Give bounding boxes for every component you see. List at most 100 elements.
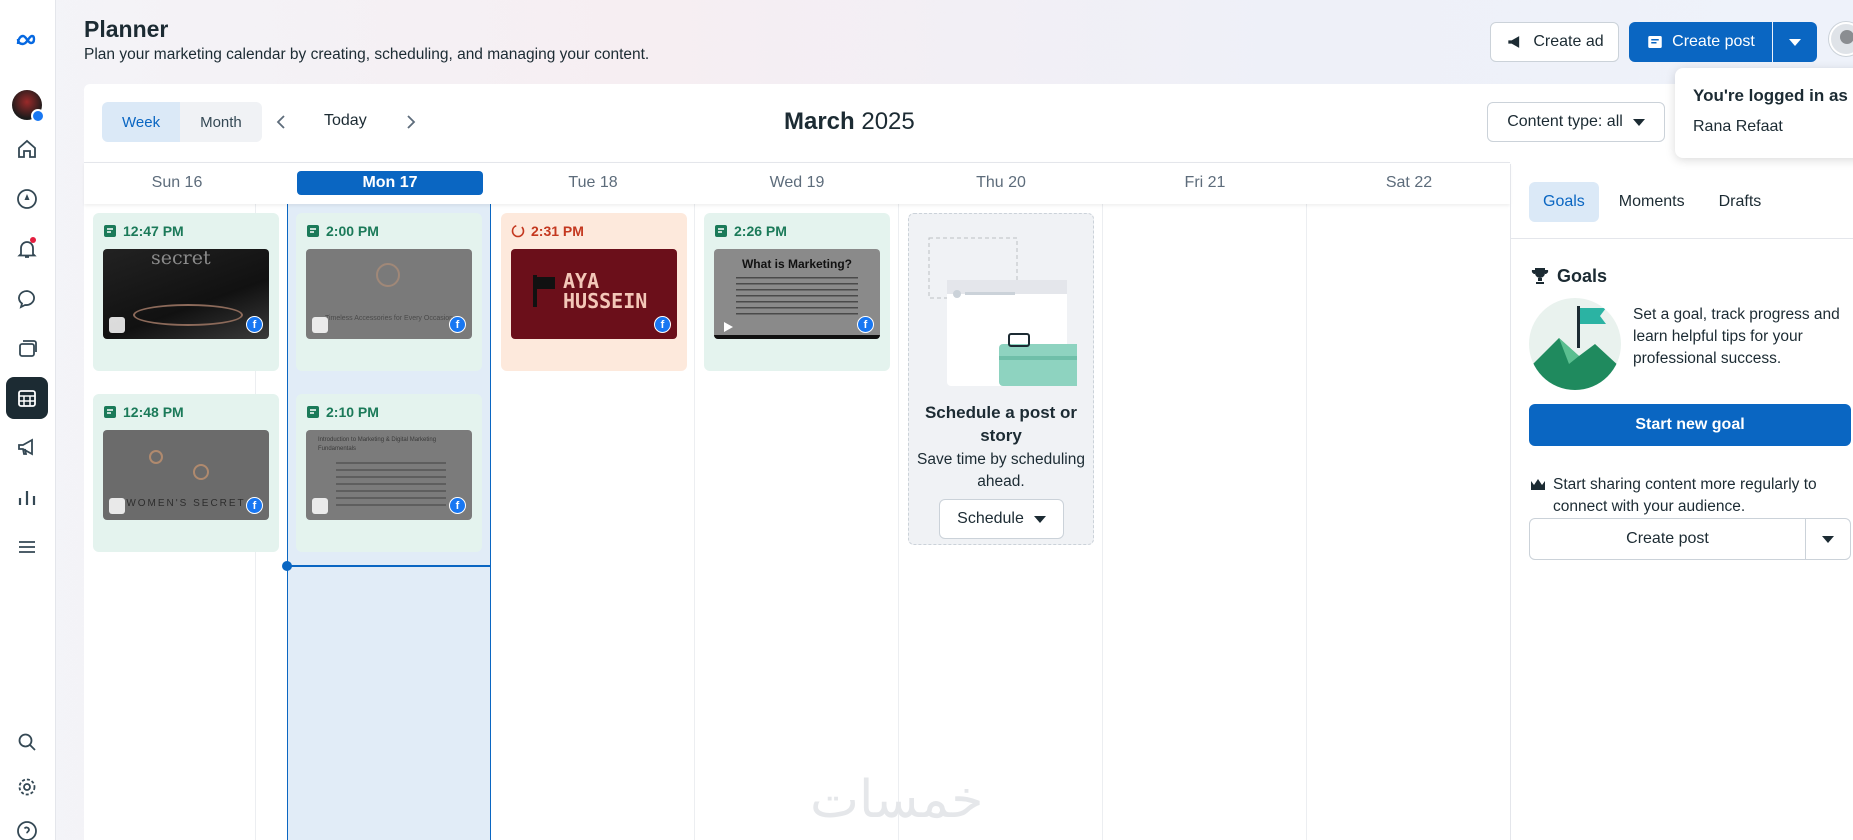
schedule-label: Schedule <box>957 510 1024 527</box>
notification-dot <box>30 237 36 243</box>
create-ad-label: Create ad <box>1533 33 1604 50</box>
facebook-icon: f <box>246 497 263 514</box>
schedule-illustration <box>928 237 1077 386</box>
chevron-down-icon <box>1033 515 1046 523</box>
calendar-panel: Week Month Today March 2025 Content type… <box>84 84 1853 840</box>
play-icon <box>724 322 733 332</box>
tooltip-username: Rana Refaat <box>1693 118 1783 135</box>
post-time: 2:31 PM <box>511 223 584 239</box>
photo-type-icon <box>109 317 125 333</box>
search-icon[interactable] <box>6 721 48 763</box>
photo-type-icon <box>312 317 328 333</box>
thumbnail-text: Introduction to Marketing & Digital Mark… <box>318 437 437 452</box>
side-create-post-button[interactable]: Create post <box>1530 519 1806 559</box>
post-time: 2:10 PM <box>306 404 379 420</box>
post-thumbnail: What is Marketing? f <box>714 249 880 339</box>
goals-heading-text: Goals <box>1557 265 1608 286</box>
notifications-bell-icon[interactable] <box>6 228 48 270</box>
day-sat: Sat 22 <box>1385 174 1433 191</box>
schedule-button[interactable]: Schedule <box>939 499 1064 539</box>
create-post-label: Create post <box>1672 33 1755 50</box>
divider <box>1511 238 1853 239</box>
thumbnail-text: AYA HUSSEIN <box>563 269 648 313</box>
scheduled-post-card[interactable]: 12:48 PM WOMEN'S SECRET f <box>93 394 279 552</box>
messages-icon[interactable] <box>6 278 48 320</box>
post-time-label: 2:31 PM <box>531 223 584 239</box>
post-time: 2:26 PM <box>714 223 787 239</box>
ads-megaphone-icon[interactable] <box>6 426 48 468</box>
post-type-icon <box>715 225 727 237</box>
content-type-label: Content type: all <box>1507 113 1623 130</box>
post-thumbnail: WOMEN'S SECRET f <box>103 430 269 520</box>
settings-gear-icon[interactable] <box>6 766 48 808</box>
empty-slot-subtitle: Save time by scheduling ahead. <box>916 451 1085 490</box>
previous-week-chevron-icon[interactable] <box>274 114 290 130</box>
home-icon[interactable] <box>6 128 48 170</box>
goals-heading: Goals <box>1529 265 1607 287</box>
facebook-icon: f <box>449 316 466 333</box>
post-type-icon <box>307 225 319 237</box>
year: 2025 <box>861 108 915 135</box>
column-divider <box>1306 204 1307 840</box>
account-tooltip: You're logged in as Rana Refaat <box>1675 68 1853 158</box>
compass-icon[interactable] <box>6 178 48 220</box>
facebook-icon: f <box>857 316 874 333</box>
tab-moments[interactable]: Moments <box>1605 182 1699 222</box>
page-subtitle: Plan your marketing calendar by creating… <box>84 46 650 63</box>
page-title: Planner <box>84 16 169 42</box>
chevron-down-icon <box>1632 118 1645 126</box>
tab-goals[interactable]: Goals <box>1529 182 1599 222</box>
current-month-title: March 2025 <box>784 108 915 136</box>
photo-type-icon <box>109 498 125 514</box>
side-create-post-dropdown[interactable] <box>1806 519 1850 559</box>
meta-logo-icon[interactable] <box>6 20 48 62</box>
thumbnail-text: What is Marketing? <box>741 257 852 271</box>
chevron-down-icon <box>1789 38 1801 46</box>
megaphone-icon <box>1508 36 1520 48</box>
scheduled-post-card[interactable]: 2:26 PM What is Marketing? f <box>704 213 890 371</box>
failed-post-card[interactable]: 2:31 PM AYA HUSSEIN f <box>501 213 687 371</box>
post-type-icon <box>104 406 116 418</box>
start-new-goal-button[interactable]: Start new goal <box>1529 404 1851 446</box>
create-post-dropdown-button[interactable] <box>1773 22 1817 62</box>
today-button[interactable]: Today <box>324 112 367 130</box>
scheduled-post-card[interactable]: 12:47 PM secret f <box>93 213 279 371</box>
day-mon-today: Mon 17 <box>297 171 483 195</box>
post-time: 12:47 PM <box>103 223 184 239</box>
side-panel: Goals Moments Drafts Goals Set a goal, t… <box>1510 164 1853 840</box>
scheduled-post-card[interactable]: 2:00 PM Timeless Accessories for Every O… <box>296 213 482 371</box>
help-icon[interactable] <box>6 810 48 840</box>
create-ad-button[interactable]: Create ad <box>1490 22 1619 62</box>
page-avatar[interactable] <box>6 84 48 126</box>
video-progress-bar <box>714 335 880 339</box>
ring-graphic <box>149 450 163 464</box>
side-create-post-split-button: Create post <box>1529 518 1851 560</box>
post-thumbnail: AYA HUSSEIN f <box>511 249 677 339</box>
content-library-icon[interactable] <box>6 328 48 370</box>
month-name: March <box>784 108 855 135</box>
month-view-button[interactable]: Month <box>180 102 262 142</box>
crown-icon <box>1531 479 1545 490</box>
scheduled-post-card[interactable]: 2:10 PM Introduction to Marketing & Digi… <box>296 394 482 552</box>
planner-calendar-icon[interactable] <box>6 377 48 419</box>
menu-hamburger-icon[interactable] <box>6 526 48 568</box>
user-avatar[interactable] <box>1829 22 1853 56</box>
facebook-icon: f <box>449 497 466 514</box>
week-view-button[interactable]: Week <box>102 102 181 142</box>
side-tabs: Goals Moments Drafts <box>1529 182 1775 222</box>
post-time: 2:00 PM <box>306 223 379 239</box>
thumbnail-text: secret <box>151 249 211 269</box>
post-icon <box>1648 36 1662 48</box>
post-thumbnail: secret f <box>103 249 269 339</box>
tab-drafts[interactable]: Drafts <box>1705 182 1776 222</box>
thumbnail-text: WOMEN'S SECRET <box>126 498 246 509</box>
column-divider <box>898 204 899 840</box>
create-post-button[interactable]: Create post <box>1629 22 1772 62</box>
current-time-dot <box>282 561 292 571</box>
content-type-filter[interactable]: Content type: all <box>1487 102 1665 142</box>
column-divider <box>694 204 695 840</box>
post-thumbnail: Timeless Accessories for Every Occasion … <box>306 249 472 339</box>
next-week-chevron-icon[interactable] <box>402 114 418 130</box>
insights-bar-chart-icon[interactable] <box>6 476 48 518</box>
view-toggle: Week Month <box>102 102 262 142</box>
